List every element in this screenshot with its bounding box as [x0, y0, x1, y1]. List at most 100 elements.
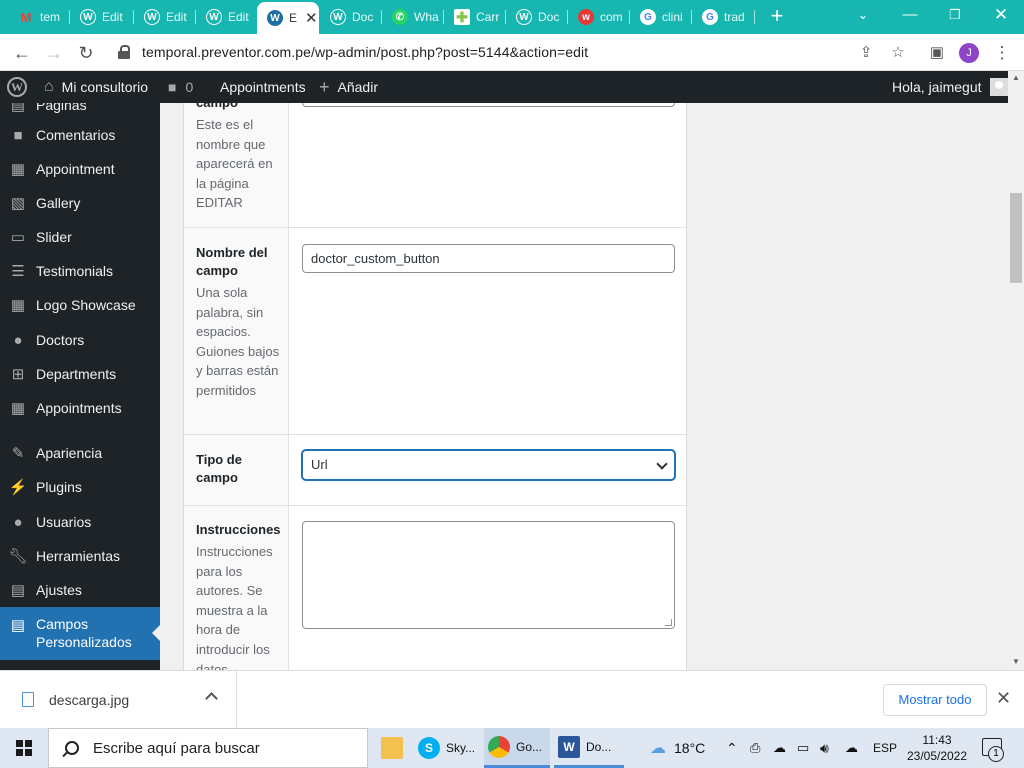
taskbar-chrome[interactable]: Go... [484, 728, 550, 768]
sidebar-item-testimonials[interactable]: ☰ Testimonials [0, 254, 160, 288]
field-type-select[interactable]: Url [302, 450, 675, 480]
comments-link[interactable]: ■ 0 [168, 71, 193, 103]
page-icon: ▤ [10, 103, 26, 114]
appointments-link[interactable]: Appointments [220, 71, 306, 103]
sidebar-item-plugins[interactable]: ⚡ Plugins [0, 470, 160, 504]
file-explorer-icon [381, 737, 403, 759]
browser-tab-whatsapp[interactable]: ✆ Wha [382, 4, 442, 30]
add-new-menu[interactable]: + Añadir [319, 71, 378, 103]
sidebar-item-gallery[interactable]: ▧ Gallery [0, 186, 160, 220]
wordpress-icon: W [206, 9, 222, 25]
plus-icon: + [319, 76, 330, 97]
site-name-link[interactable]: ⌂ Mi consultorio [44, 71, 148, 103]
scroll-up-icon[interactable]: ▲ [1008, 71, 1024, 85]
minimize-icon[interactable]: — [895, 4, 925, 26]
field-name-input[interactable]: doctor_custom_button [302, 244, 675, 273]
onedrive-icon[interactable]: ☁ [773, 728, 786, 768]
browser-tab-edit-2[interactable]: W Edit [134, 4, 194, 30]
w-red-icon: w [578, 9, 594, 25]
restore-icon[interactable]: ❐ [940, 4, 970, 26]
wp-logo-menu[interactable]: W [7, 71, 27, 103]
side-panel-icon[interactable]: ▣ [926, 42, 948, 64]
weather-widget[interactable]: ☁ 18°C [650, 728, 705, 768]
download-item[interactable]: descarga.jpg [0, 671, 237, 729]
profile-avatar[interactable]: J [959, 43, 979, 63]
browser-tab-carr[interactable]: ✚ Carr [444, 4, 504, 30]
back-icon[interactable]: ← [10, 41, 34, 65]
sidebar-item-appointments[interactable]: ▦ Appointments [0, 391, 160, 425]
close-icon[interactable]: ✕ [996, 688, 1011, 709]
browser-tab-doc-1[interactable]: W Doc [320, 4, 380, 30]
gmail-icon: M [20, 9, 32, 25]
forward-icon[interactable]: → [42, 41, 66, 65]
wordpress-icon: W [516, 9, 532, 25]
language-indicator[interactable]: ESP [873, 728, 897, 768]
new-tab-button[interactable]: + [766, 5, 788, 27]
show-hidden-icons[interactable]: ⌃ [726, 728, 738, 768]
browser-tab-clini[interactable]: G clini [630, 4, 690, 30]
instructions-textarea[interactable] [302, 521, 675, 629]
browser-tab-active[interactable]: W E ✕ [257, 2, 319, 34]
browser-tab-gmail[interactable]: M tem [8, 4, 64, 30]
sidebar-item-logo-showcase[interactable]: ▦ Logo Showcase [0, 288, 160, 322]
wordpress-icon: W [80, 9, 96, 25]
wordpress-icon: W [330, 9, 346, 25]
testimonial-icon: ☰ [11, 263, 25, 280]
account-menu[interactable]: Hola, jaimegut [892, 71, 1008, 103]
lock-icon [118, 45, 130, 59]
row-divider [184, 227, 688, 228]
sidebar-item-doctors[interactable]: ● Doctors [0, 323, 160, 357]
page-scrollbar[interactable] [1008, 71, 1024, 670]
reload-icon[interactable]: ↻ [74, 41, 98, 65]
field-label-input[interactable] [302, 103, 675, 107]
comment-icon: ■ [168, 79, 177, 95]
taskbar-word[interactable]: W Do... [554, 728, 624, 768]
sidebar-item-usuarios[interactable]: ● Usuarios [0, 505, 160, 539]
browser-tab-edit-3[interactable]: W Edit [196, 4, 256, 30]
meet-icon[interactable]: ⎙ [750, 728, 760, 768]
address-bar[interactable]: temporal.preventor.com.pe/wp-admin/post.… [108, 38, 918, 66]
field-name-title: Nombre del campo [196, 245, 268, 278]
scroll-down-icon[interactable]: ▼ [1008, 655, 1024, 669]
browser-tab-doc-2[interactable]: W Doc [506, 4, 566, 30]
browser-tab-trad[interactable]: G trad [692, 4, 752, 30]
field-type-title: Tipo de campo [196, 452, 242, 485]
sidebar-item-departments[interactable]: ⊞ Departments [0, 357, 160, 391]
sidebar-item-comentarios[interactable]: ■ Comentarios [0, 118, 160, 152]
taskbar-clock[interactable]: 11:43 23/05/2022 [906, 732, 968, 764]
bookmark-star-icon[interactable]: ☆ [887, 42, 909, 64]
scrollbar-thumb[interactable] [1010, 193, 1022, 283]
menu-kebab-icon[interactable]: ⋮ [991, 42, 1013, 64]
slider-icon: ▭ [10, 229, 26, 246]
volume-icon[interactable]: 🔊︎ [820, 728, 829, 768]
sidebar-item-apariencia[interactable]: ✎ Apariencia [0, 436, 160, 470]
close-window-icon[interactable]: ✕ [986, 4, 1016, 26]
google-icon: G [640, 9, 656, 25]
sidebar-item-herramientas[interactable]: 🔧︎ Herramientas [0, 539, 160, 573]
cloud-sync-icon[interactable]: ☁ [845, 728, 858, 768]
chevron-up-icon[interactable] [205, 692, 218, 705]
sidebar-item-slider[interactable]: ▭ Slider [0, 220, 160, 254]
chrome-icon [488, 735, 510, 758]
taskbar-file-explorer[interactable] [370, 728, 414, 768]
tab-search-icon[interactable]: ⌄ [848, 4, 878, 26]
browser-tab-com[interactable]: w com [568, 4, 628, 30]
search-icon [65, 741, 79, 755]
share-icon[interactable]: ⇪ [855, 42, 877, 64]
wordpress-logo-icon: W [7, 77, 27, 97]
taskbar-search-input[interactable]: Escribe aquí para buscar [48, 728, 368, 768]
user-icon: ● [13, 331, 23, 349]
browser-toolbar: ← → ↻ temporal.preventor.com.pe/wp-admin… [0, 34, 1024, 71]
sidebar-item-appointment[interactable]: ▦ Appointment [0, 152, 160, 186]
wrench-icon: 🔧︎ [8, 548, 28, 565]
browser-tab-edit-1[interactable]: W Edit [70, 4, 132, 30]
plus-cross-icon: ✚ [454, 9, 470, 25]
sidebar-item-campos-personalizados[interactable]: ▤ Campos Personalizados [0, 607, 160, 660]
network-icon[interactable]: ▭ [797, 728, 809, 768]
taskbar-skype[interactable]: S Sky... [414, 728, 484, 768]
windows-start-icon[interactable] [16, 740, 32, 756]
grid-icon: ▦ [10, 297, 26, 314]
show-all-button[interactable]: Mostrar todo [883, 684, 987, 716]
sidebar-item-ajustes[interactable]: ▤ Ajustes [0, 573, 160, 607]
close-tab-icon[interactable]: ✕ [305, 9, 318, 27]
